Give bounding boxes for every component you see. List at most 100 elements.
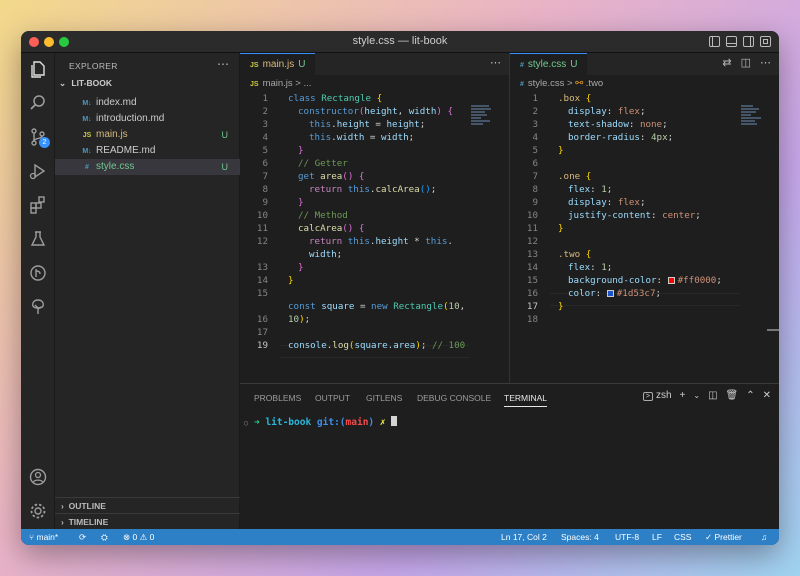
line-number: 8 [532, 184, 538, 195]
line-number: 4 [532, 132, 538, 143]
file-name: introduction.md [96, 113, 165, 124]
tab-debug-console[interactable]: DEBUG CONSOLE [417, 393, 491, 403]
run-debug-icon[interactable] [28, 161, 48, 181]
tree-icon[interactable] [28, 297, 48, 317]
code-line: class Rectangle { [288, 93, 383, 104]
line-number: 10 [256, 210, 268, 221]
error-icon: ⊗ [123, 532, 131, 542]
code-line: flex: 1; [568, 262, 613, 273]
explorer-title: EXPLORER [69, 61, 118, 71]
gear-icon[interactable] [28, 501, 48, 521]
encoding[interactable]: UTF-8 [615, 529, 639, 545]
color-swatch-red[interactable] [667, 277, 675, 284]
problems-status[interactable]: ⊗ 0 ⚠ 0 [123, 529, 154, 545]
toggle-secondary-sidebar-icon[interactable] [743, 36, 754, 47]
markdown-file-icon: M↓ [82, 148, 92, 155]
title-bar: style.css — lit-book [21, 31, 779, 53]
new-terminal-icon[interactable]: + [680, 390, 686, 401]
terminal-shell-selector[interactable]: > zsh [642, 390, 672, 401]
chevron-down-icon[interactable]: ⌄ [693, 391, 700, 400]
tab-gitlens[interactable]: GITLENS [366, 393, 402, 403]
javascript-file-icon: JS [82, 132, 92, 139]
line-number: 14 [256, 275, 268, 286]
code-line: } [288, 275, 294, 286]
file-item-index-md[interactable]: M↓ index.md [55, 95, 240, 111]
more-actions-icon[interactable]: ⋯ [490, 56, 501, 69]
gitlens-icon[interactable] [28, 263, 48, 283]
code-line: .two { [558, 249, 592, 260]
tab-output[interactable]: OUTPUT [315, 393, 350, 403]
breadcrumb-rest[interactable]: > ... [295, 78, 311, 89]
editor-group-left: JS main.js U ⋯ JS main.js > ... 1 2 3 4 5 6… [240, 53, 510, 383]
line-number: 16 [526, 288, 538, 299]
git-branch-status[interactable]: ⑂ main* [29, 529, 58, 545]
maximize-panel-icon[interactable]: ⌃ [746, 390, 754, 401]
editor-group-right: # style.css U ⇄ ◫ ⋯ # style.css > ⚯ .two 1 … [510, 53, 779, 383]
code-line: } [298, 262, 304, 273]
bottom-panel: PROBLEMS OUTPUT GITLENS DEBUG CONSOLE TE… [240, 383, 779, 529]
line-number: 15 [256, 288, 268, 299]
extensions-icon[interactable] [28, 195, 48, 215]
end-of-line[interactable]: LF [652, 529, 662, 545]
split-terminal-icon[interactable]: ◫ [708, 390, 717, 401]
testing-icon[interactable] [28, 229, 48, 249]
line-number: 6 [532, 158, 538, 169]
minimap[interactable] [471, 105, 495, 135]
outline-section[interactable]: › OUTLINE [55, 497, 240, 513]
code-line: get area() { [298, 171, 365, 182]
search-icon[interactable] [28, 93, 48, 113]
editor-actions: ⇄ ◫ ⋯ [722, 56, 771, 69]
folder-name: LIT-BOOK [71, 78, 112, 88]
breadcrumb-file[interactable]: style.css [528, 78, 564, 89]
line-number: 14 [526, 262, 538, 273]
minimap[interactable] [741, 105, 765, 135]
files-icon[interactable] [28, 59, 48, 79]
line-number: 1 [532, 93, 538, 104]
file-item-readme-md[interactable]: M↓ README.md [55, 143, 240, 159]
notifications-icon[interactable]: ♫ [761, 529, 767, 545]
window-title: style.css — lit-book [352, 35, 448, 47]
timeline-label: TIMELINE [68, 517, 109, 527]
panel-actions: > zsh + ⌄ ◫ 🗑 ⌃ ✕ [642, 390, 771, 401]
line-number: 4 [262, 132, 268, 143]
terminal-icon: > [642, 392, 653, 401]
tab-main-js[interactable]: JS main.js U [240, 53, 316, 75]
file-item-introduction-md[interactable]: M↓ introduction.md [55, 111, 240, 127]
open-changes-icon[interactable]: ⇄ [722, 56, 731, 69]
customize-layout-icon[interactable] [760, 36, 771, 47]
more-actions-icon[interactable]: ⋯ [760, 56, 771, 69]
toggle-panel-icon[interactable] [726, 36, 737, 47]
breadcrumb-file[interactable]: main.js [263, 78, 293, 89]
tab-terminal[interactable]: TERMINAL [504, 393, 547, 407]
tab-style-css[interactable]: # style.css U [510, 53, 588, 75]
file-item-main-js[interactable]: JS main.js U [55, 127, 240, 143]
indentation[interactable]: Spaces: 4 [561, 529, 599, 545]
account-icon[interactable] [28, 467, 48, 487]
explorer-more-actions-icon[interactable]: ⋯ [217, 57, 229, 71]
line-number: 11 [526, 223, 538, 234]
folder-header[interactable]: ⌄ LIT-BOOK [59, 78, 112, 89]
terminal-output[interactable]: ○ ➜ lit-book git:(main) ✗ [244, 416, 398, 428]
untracked-badge: U [221, 130, 229, 140]
language-mode[interactable]: CSS [674, 529, 691, 545]
toggle-sidebar-icon[interactable] [709, 36, 720, 47]
cursor-position[interactable]: Ln 17, Col 2 [501, 529, 547, 545]
source-control-icon[interactable]: 2 [28, 127, 50, 148]
live-share-icon[interactable]: ⛭ [101, 529, 108, 545]
trash-icon[interactable]: 🗑 [726, 390, 739, 401]
code-line: // Getter [298, 158, 348, 169]
prettier-status[interactable]: ✓ Prettier [705, 529, 742, 545]
split-editor-icon[interactable]: ◫ [741, 56, 751, 69]
file-item-style-css[interactable]: # style.css U [55, 159, 240, 175]
close-icon[interactable]: ✕ [763, 390, 771, 401]
tab-problems[interactable]: PROBLEMS [254, 393, 301, 403]
warning-icon: ⚠ [139, 532, 148, 542]
timeline-section[interactable]: › TIMELINE [55, 513, 240, 529]
sync-icon[interactable]: ⟳ [79, 529, 86, 545]
line-number: 9 [262, 197, 268, 208]
css-file-icon: # [520, 62, 524, 69]
code-line: flex: 1; [568, 184, 613, 195]
line-number: 9 [532, 197, 538, 208]
breadcrumb-symbol[interactable]: .two [586, 78, 603, 89]
color-swatch-blue[interactable] [606, 290, 614, 297]
